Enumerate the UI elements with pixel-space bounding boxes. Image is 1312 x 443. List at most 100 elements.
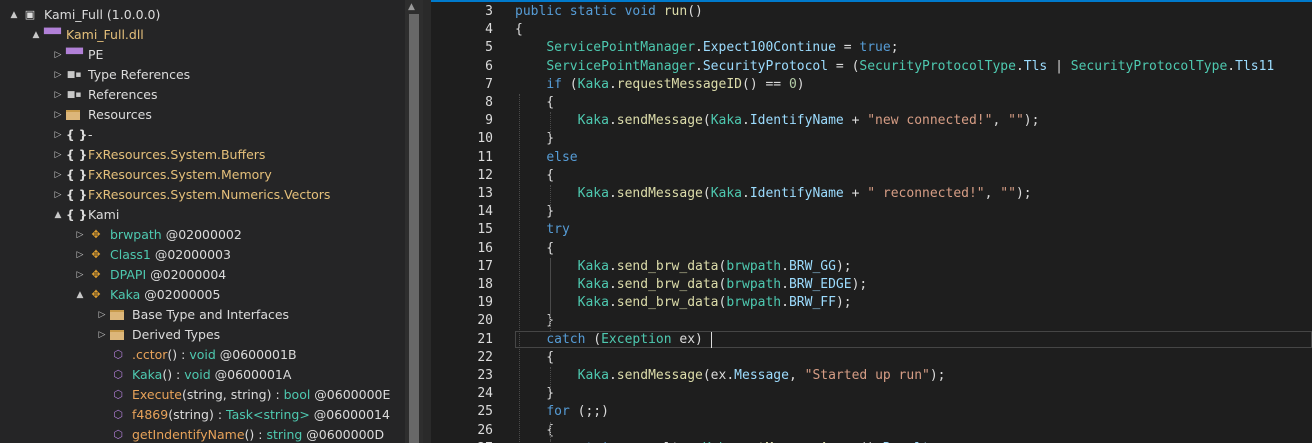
tree-item[interactable]: ⬡ .cctor() : void @0600001B	[0, 345, 400, 365]
tree-item[interactable]: ⬡ getIndentifyName() : string @0600000D	[0, 425, 400, 443]
collapse-icon[interactable]: ▲	[8, 5, 20, 25]
code-line[interactable]: }	[515, 312, 554, 330]
tree-item-label: Class1 @02000003	[110, 245, 231, 265]
folder-icon	[110, 330, 124, 340]
tree-item[interactable]: ▷ Resources	[0, 105, 400, 125]
expand-icon[interactable]: ▷	[96, 305, 108, 325]
code-token: Tls	[1023, 58, 1048, 74]
code-line[interactable]: Kaka.sendMessage(Kaka.IdentifyName + " r…	[515, 185, 1032, 203]
tree-item[interactable]: ▲ ▣ Kami_Full (1.0.0.0)	[0, 5, 400, 25]
code-line[interactable]: Kaka.sendMessage(Kaka.IdentifyName + "ne…	[515, 112, 1040, 130]
scroll-up-icon[interactable]: ▲	[408, 2, 415, 12]
expand-icon[interactable]: ▷	[52, 185, 64, 205]
code-token: {	[515, 349, 555, 365]
code-line[interactable]: }	[515, 130, 554, 148]
line-number: 20	[477, 313, 493, 329]
code-token: brwpath	[726, 295, 782, 311]
line-number: 7	[485, 76, 493, 92]
expand-icon[interactable]: ▷	[74, 265, 86, 285]
code-line[interactable]: {	[515, 240, 554, 258]
code-line[interactable]: Kaka.send_brw_data(brwpath.BRW_EDGE);	[515, 276, 868, 294]
member-signature: () :	[244, 427, 267, 442]
tree-item[interactable]: ▷ ✥ brwpath @02000002	[0, 225, 400, 245]
code-token: );	[1023, 113, 1040, 129]
code-token: BRW_EDGE	[788, 277, 852, 292]
code-line[interactable]: {	[515, 167, 554, 185]
tree-item[interactable]: ▷{ } FxResources.System.Numerics.Vectors	[0, 185, 400, 205]
tree-scrollbar[interactable]: ▲	[405, 0, 423, 443]
expand-icon[interactable]: ▷	[52, 145, 64, 165]
tree-item[interactable]: ▷{ } FxResources.System.Memory	[0, 165, 400, 185]
code-editor[interactable]: 3 4 5 6 7 8 9 10 11 12 13 14 15 16 17 18 19 20 21 22 23 24 25 2…	[431, 0, 1312, 443]
code-token: Exception	[601, 331, 672, 347]
folder-icon	[66, 110, 80, 120]
code-line[interactable]: Kaka.send_brw_data(brwpath.BRW_GG);	[515, 258, 852, 276]
code-token: for	[546, 404, 570, 420]
tree-item-label: Kaka() : void @0600001A	[132, 365, 291, 385]
code-token: |	[1047, 58, 1071, 74]
tree-item[interactable]: ▷ ■▪ References	[0, 85, 400, 105]
code-line[interactable]: public static void run()	[515, 3, 703, 21]
expand-icon[interactable]: ▷	[52, 105, 64, 125]
member-token: @02000002	[161, 227, 242, 242]
tree-item[interactable]: ▷ ▀▀ PE	[0, 45, 400, 65]
code-line[interactable]: Kaka.send_brw_data(brwpath.BRW_FF);	[515, 294, 852, 312]
tree-item[interactable]: ▲{ } Kami	[0, 205, 400, 225]
expand-icon[interactable]: ▷	[52, 165, 64, 185]
code-token: brwpath	[726, 258, 782, 274]
tree-item[interactable]: ▲ ✥ Kaka @02000005	[0, 285, 400, 305]
code-line[interactable]: Kaka.sendMessage(ex.Message, "Started up…	[515, 367, 946, 385]
tree-item[interactable]: ▷ ■▪ Type References	[0, 65, 400, 85]
code-line[interactable]: }	[515, 385, 554, 403]
code-view[interactable]: 3 4 5 6 7 8 9 10 11 12 13 14 15 16 17 18 19 20 21 22 23 24 25 2…	[431, 0, 1312, 443]
tree-item[interactable]: ⬡ Execute(string, string) : bool @0600000…	[0, 385, 400, 405]
assembly-explorer[interactable]: ▲ ▣ Kami_Full (1.0.0.0) ▲ ▀▀ Kami_Full.dll ▷ ▀▀…	[0, 0, 405, 443]
member-name: brwpath	[110, 227, 162, 242]
expand-icon[interactable]: ▷	[74, 245, 86, 265]
tree-item[interactable]: ▷{ } -	[0, 125, 400, 145]
tree-item-label: Kaka @02000005	[110, 285, 220, 305]
code-line[interactable]: {	[515, 349, 554, 367]
tree-item[interactable]: ▷ ✥ DPAPI @02000004	[0, 265, 400, 285]
tree-item-label: getIndentifyName() : string @0600000D	[132, 425, 384, 443]
splitter[interactable]	[423, 0, 431, 443]
expand-icon[interactable]: ▷	[52, 125, 64, 145]
expand-icon[interactable]: ▷	[96, 325, 108, 345]
text-caret	[710, 331, 712, 348]
member-token: @0600001A	[210, 367, 292, 382]
collapse-icon[interactable]: ▲	[30, 25, 42, 45]
expand-icon[interactable]: ▷	[74, 225, 86, 245]
code-line[interactable]: for (;;)	[515, 403, 609, 421]
tree-item[interactable]: ⬡ f4869(string) : Task<string> @06000014	[0, 405, 400, 425]
expand-icon[interactable]: ▷	[52, 45, 64, 65]
collapse-icon[interactable]: ▲	[74, 285, 86, 305]
expand-icon[interactable]: ▷	[52, 85, 64, 105]
expand-icon[interactable]: ▷	[52, 65, 64, 85]
tree-item[interactable]: ▷ Base Type and Interfaces	[0, 305, 400, 325]
tree-item[interactable]: ▷{ } FxResources.System.Buffers	[0, 145, 400, 165]
tree-item[interactable]: ▲ ▀▀ Kami_Full.dll	[0, 25, 400, 45]
code-token: {	[515, 240, 555, 256]
code-line[interactable]: {	[515, 422, 554, 440]
code-line[interactable]: {	[515, 94, 554, 112]
member-name: DPAPI	[110, 267, 147, 282]
code-line[interactable]: try	[515, 221, 570, 239]
code-token: ,	[984, 186, 1001, 201]
code-line[interactable]: else	[515, 149, 577, 167]
code-line[interactable]: ServicePointManager.SecurityProtocol = (…	[515, 58, 1274, 76]
collapse-icon[interactable]: ▲	[52, 205, 64, 225]
code-line[interactable]: if (Kaka.requestMessageID() == 0)	[515, 76, 804, 94]
code-token: try	[546, 222, 570, 238]
code-token: sendMessage	[616, 186, 703, 201]
line-number: 9	[485, 113, 493, 129]
code-line[interactable]: ServicePointManager.Expect100Continue = …	[515, 39, 898, 57]
code-line[interactable]: catch (Exception ex)	[515, 331, 703, 349]
scrollbar-thumb[interactable]	[409, 14, 419, 443]
tree-item[interactable]: ▷ ✥ Class1 @02000003	[0, 245, 400, 265]
tree-item[interactable]: ⬡ Kaka() : void @0600001A	[0, 365, 400, 385]
code-line[interactable]: }	[515, 203, 554, 221]
member-return-type: Task<string>	[226, 407, 310, 422]
tree-item[interactable]: ▷ Derived Types	[0, 325, 400, 345]
code-line[interactable]: {	[515, 21, 523, 39]
